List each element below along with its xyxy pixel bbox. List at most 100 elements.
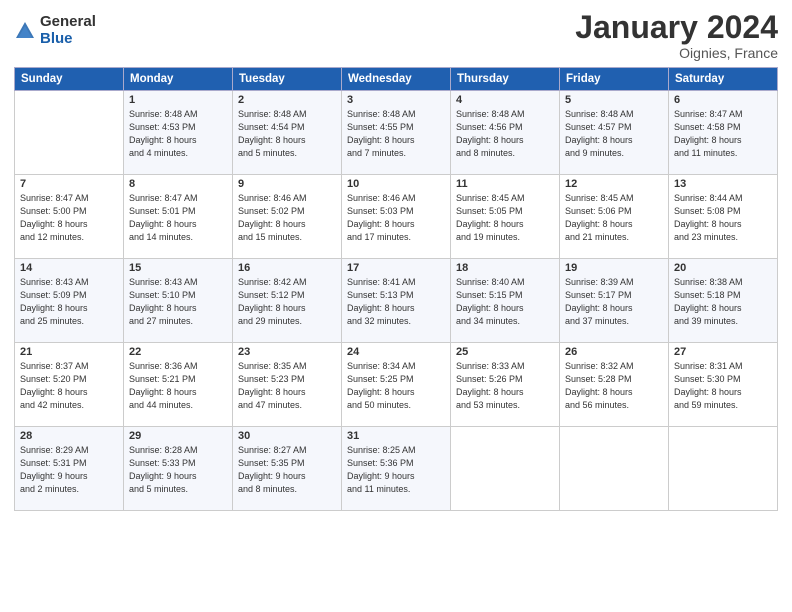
logo-icon [14,20,36,42]
header-tuesday: Tuesday [233,68,342,91]
calendar-container: General Blue January 2024 Oignies, Franc… [0,0,792,612]
day-number: 9 [238,178,336,190]
day-cell: 29 Sunrise: 8:28 AM Sunset: 5:33 PM Dayli… [124,427,233,511]
day-number: 1 [129,94,227,106]
day-info: Sunrise: 8:39 AM Sunset: 5:17 PM Dayligh… [565,276,663,328]
day-info: Sunrise: 8:42 AM Sunset: 5:12 PM Dayligh… [238,276,336,328]
day-number: 8 [129,178,227,190]
day-number: 14 [20,262,118,274]
day-number: 3 [347,94,445,106]
day-info: Sunrise: 8:46 AM Sunset: 5:03 PM Dayligh… [347,192,445,244]
day-number: 15 [129,262,227,274]
day-cell: 7Sunrise: 8:47 AM Sunset: 5:00 PM Daylig… [15,175,124,259]
day-info: Sunrise: 8:38 AM Sunset: 5:18 PM Dayligh… [674,276,772,328]
day-cell: 11 Sunrise: 8:45 AM Sunset: 5:05 PM Dayli… [451,175,560,259]
day-number: 5 [565,94,663,106]
day-number: 25 [456,346,554,358]
day-cell: 10 Sunrise: 8:46 AM Sunset: 5:03 PM Dayli… [342,175,451,259]
day-cell [15,91,124,175]
day-cell [560,427,669,511]
header-monday: Monday [124,68,233,91]
day-cell: 8Sunrise: 8:47 AM Sunset: 5:01 PM Daylig… [124,175,233,259]
day-number: 23 [238,346,336,358]
day-number: 18 [456,262,554,274]
logo: General Blue [14,14,96,47]
day-cell: 23Sunrise: 8:35 AM Sunset: 5:23 PM Dayli… [233,343,342,427]
day-info: Sunrise: 8:45 AM Sunset: 5:06 PM Dayligh… [565,192,663,244]
day-cell: 28 Sunrise: 8:29 AM Sunset: 5:31 PM Dayli… [15,427,124,511]
day-cell: 26 Sunrise: 8:32 AM Sunset: 5:28 PM Dayli… [560,343,669,427]
day-info: Sunrise: 8:36 AM Sunset: 5:21 PM Dayligh… [129,360,227,412]
day-number: 11 [456,178,554,190]
day-info: Sunrise: 8:46 AM Sunset: 5:02 PM Dayligh… [238,192,336,244]
day-number: 27 [674,346,772,358]
day-number: 16 [238,262,336,274]
day-info: Sunrise: 8:28 AM Sunset: 5:33 PM Dayligh… [129,444,227,496]
day-info: Sunrise: 8:48 AM Sunset: 4:55 PM Dayligh… [347,108,445,160]
day-number: 22 [129,346,227,358]
day-cell: 24 Sunrise: 8:34 AM Sunset: 5:25 PM Dayli… [342,343,451,427]
week-row-1: 1Sunrise: 8:48 AM Sunset: 4:53 PM Daylig… [15,91,778,175]
logo-text: General Blue [40,14,96,47]
day-number: 31 [347,430,445,442]
calendar-header: General Blue January 2024 Oignies, Franc… [14,10,778,61]
day-cell: 22 Sunrise: 8:36 AM Sunset: 5:21 PM Dayli… [124,343,233,427]
day-cell: 3 Sunrise: 8:48 AM Sunset: 4:55 PM Daylig… [342,91,451,175]
day-info: Sunrise: 8:33 AM Sunset: 5:26 PM Dayligh… [456,360,554,412]
day-number: 19 [565,262,663,274]
day-number: 28 [20,430,118,442]
logo-general: General [40,14,96,31]
day-info: Sunrise: 8:37 AM Sunset: 5:20 PM Dayligh… [20,360,118,412]
week-row-3: 14Sunrise: 8:43 AM Sunset: 5:09 PM Dayli… [15,259,778,343]
day-cell: 14Sunrise: 8:43 AM Sunset: 5:09 PM Dayli… [15,259,124,343]
day-info: Sunrise: 8:27 AM Sunset: 5:35 PM Dayligh… [238,444,336,496]
day-number: 30 [238,430,336,442]
day-cell: 21 Sunrise: 8:37 AM Sunset: 5:20 PM Dayli… [15,343,124,427]
week-row-2: 7Sunrise: 8:47 AM Sunset: 5:00 PM Daylig… [15,175,778,259]
day-number: 20 [674,262,772,274]
day-number: 29 [129,430,227,442]
day-cell: 20 Sunrise: 8:38 AM Sunset: 5:18 PM Dayli… [669,259,778,343]
day-cell: 5Sunrise: 8:48 AM Sunset: 4:57 PM Daylig… [560,91,669,175]
day-info: Sunrise: 8:34 AM Sunset: 5:25 PM Dayligh… [347,360,445,412]
day-number: 10 [347,178,445,190]
day-info: Sunrise: 8:29 AM Sunset: 5:31 PM Dayligh… [20,444,118,496]
header-row: Sunday Monday Tuesday Wednesday Thursday… [15,68,778,91]
day-cell: 4 Sunrise: 8:48 AM Sunset: 4:56 PM Daylig… [451,91,560,175]
day-number: 21 [20,346,118,358]
day-info: Sunrise: 8:32 AM Sunset: 5:28 PM Dayligh… [565,360,663,412]
day-number: 24 [347,346,445,358]
day-cell: 15 Sunrise: 8:43 AM Sunset: 5:10 PM Dayli… [124,259,233,343]
day-number: 7 [20,178,118,190]
day-cell: 6Sunrise: 8:47 AM Sunset: 4:58 PM Daylig… [669,91,778,175]
day-info: Sunrise: 8:48 AM Sunset: 4:54 PM Dayligh… [238,108,336,160]
day-cell: 9 Sunrise: 8:46 AM Sunset: 5:02 PM Daylig… [233,175,342,259]
location-title: Oignies, France [575,45,778,61]
header-wednesday: Wednesday [342,68,451,91]
day-cell: 2 Sunrise: 8:48 AM Sunset: 4:54 PM Daylig… [233,91,342,175]
header-sunday: Sunday [15,68,124,91]
header-thursday: Thursday [451,68,560,91]
day-cell: 27 Sunrise: 8:31 AM Sunset: 5:30 PM Dayli… [669,343,778,427]
calendar-table: Sunday Monday Tuesday Wednesday Thursday… [14,67,778,511]
day-info: Sunrise: 8:25 AM Sunset: 5:36 PM Dayligh… [347,444,445,496]
title-block: January 2024 Oignies, France [575,10,778,61]
day-info: Sunrise: 8:44 AM Sunset: 5:08 PM Dayligh… [674,192,772,244]
day-number: 26 [565,346,663,358]
day-cell: 30 Sunrise: 8:27 AM Sunset: 5:35 PM Dayli… [233,427,342,511]
day-info: Sunrise: 8:48 AM Sunset: 4:56 PM Dayligh… [456,108,554,160]
day-info: Sunrise: 8:43 AM Sunset: 5:10 PM Dayligh… [129,276,227,328]
week-row-5: 28 Sunrise: 8:29 AM Sunset: 5:31 PM Dayli… [15,427,778,511]
header-saturday: Saturday [669,68,778,91]
day-cell [451,427,560,511]
day-number: 4 [456,94,554,106]
day-cell: 25 Sunrise: 8:33 AM Sunset: 5:26 PM Dayli… [451,343,560,427]
day-info: Sunrise: 8:45 AM Sunset: 5:05 PM Dayligh… [456,192,554,244]
day-cell: 31 Sunrise: 8:25 AM Sunset: 5:36 PM Dayli… [342,427,451,511]
day-number: 2 [238,94,336,106]
day-cell: 16 Sunrise: 8:42 AM Sunset: 5:12 PM Dayli… [233,259,342,343]
day-cell: 1Sunrise: 8:48 AM Sunset: 4:53 PM Daylig… [124,91,233,175]
day-info: Sunrise: 8:31 AM Sunset: 5:30 PM Dayligh… [674,360,772,412]
day-number: 17 [347,262,445,274]
month-title: January 2024 [575,10,778,45]
